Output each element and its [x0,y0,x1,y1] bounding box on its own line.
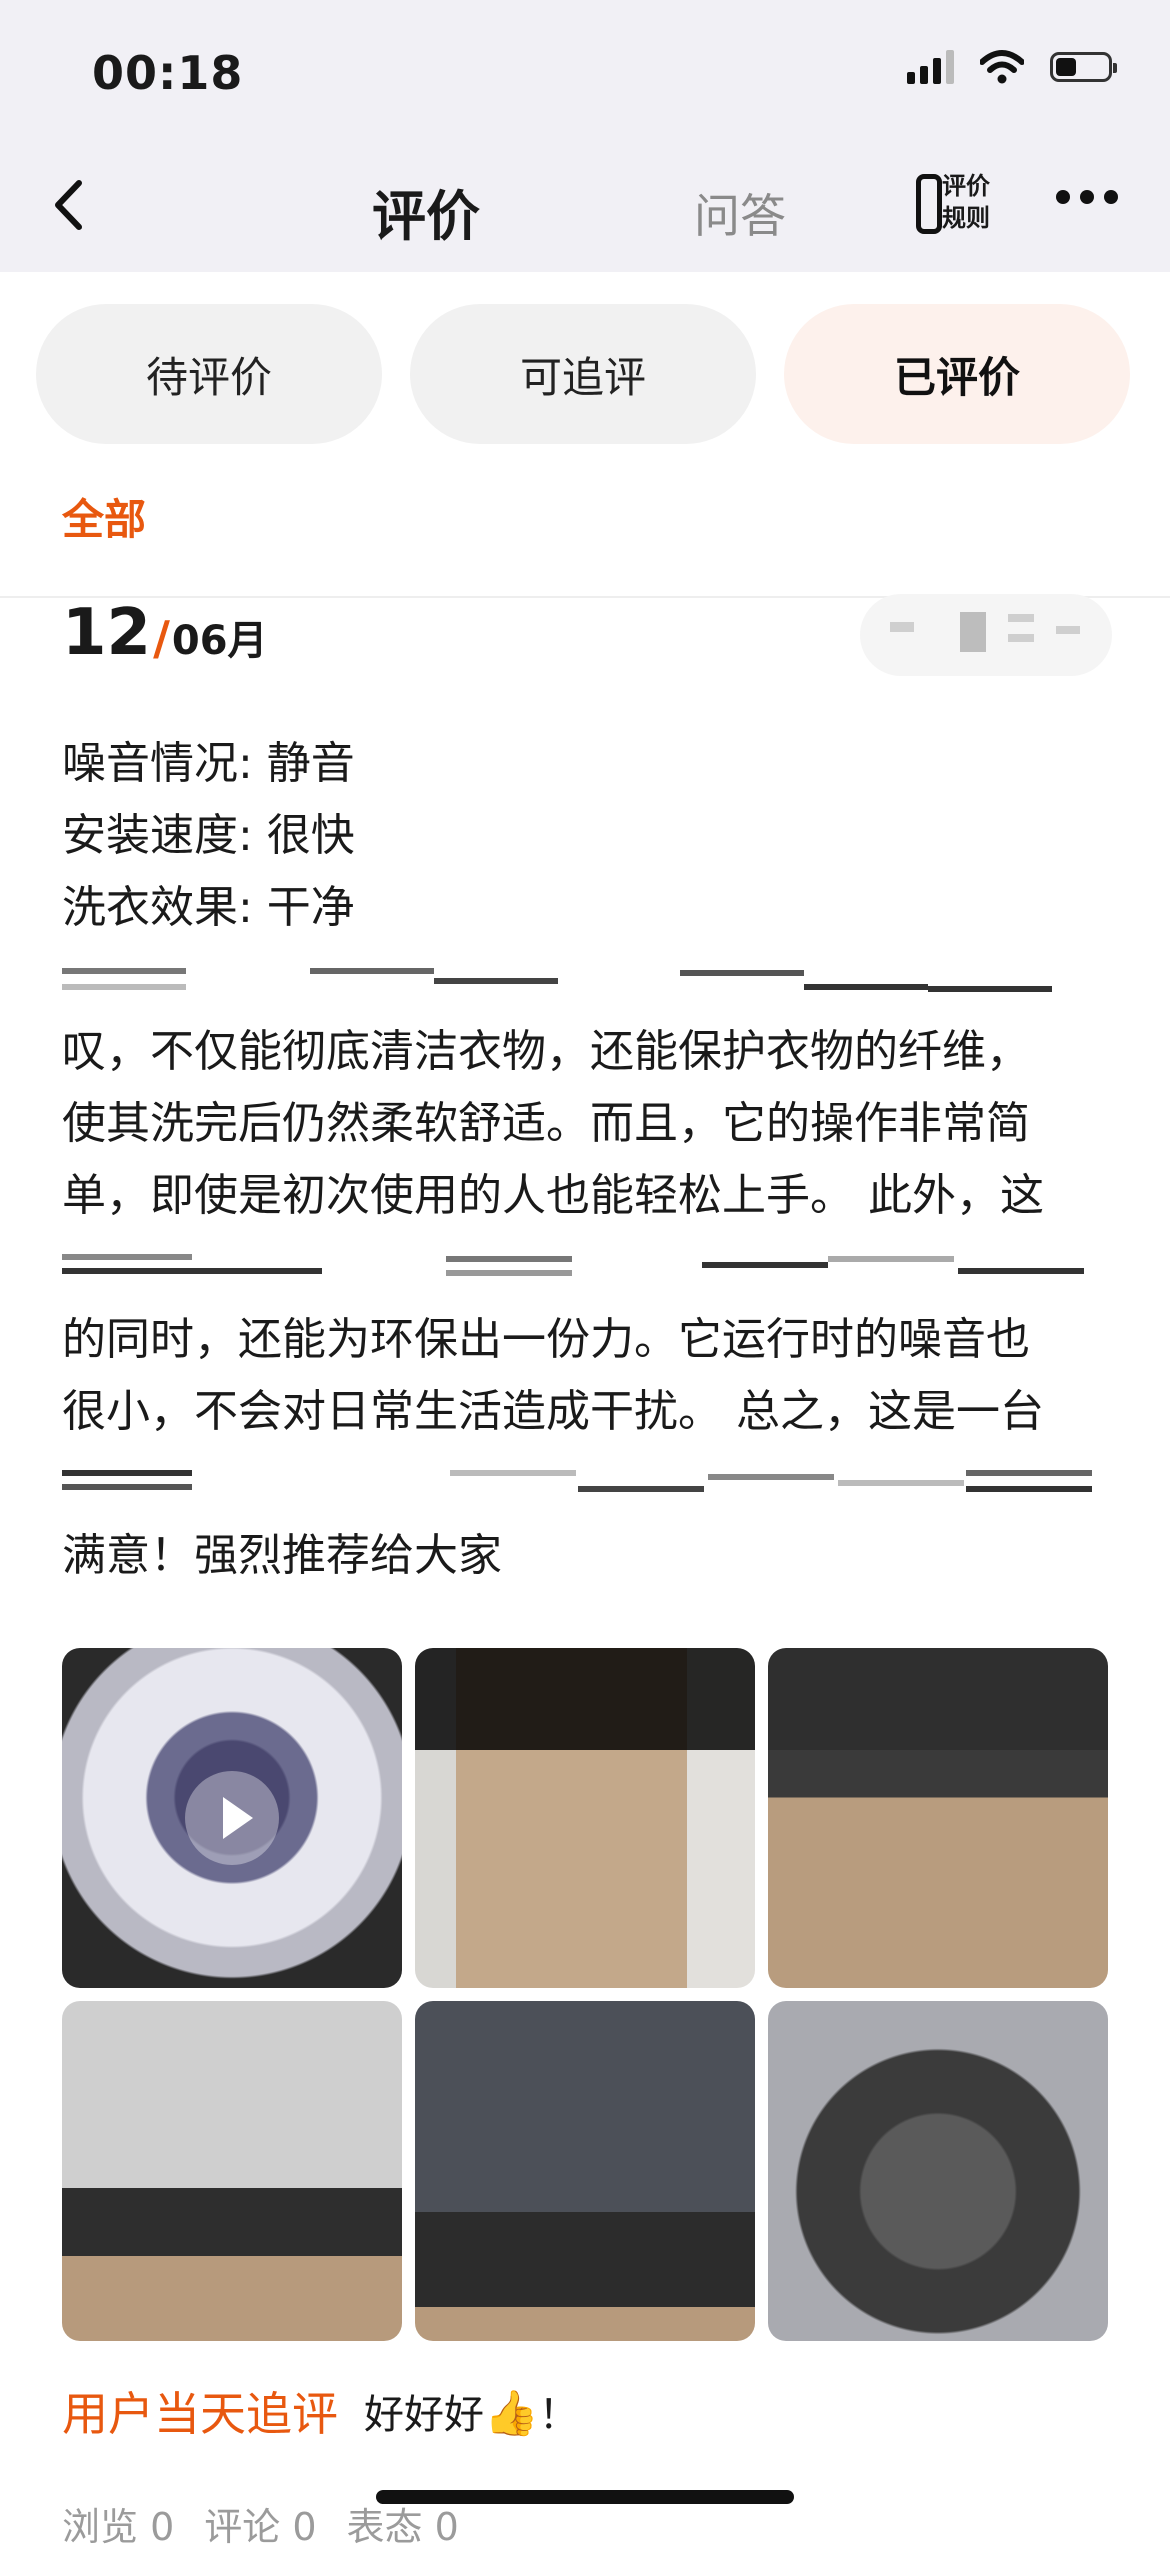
review-photo[interactable] [415,1648,755,1988]
review-rules-button[interactable]: 评价 规则 [916,170,996,242]
cellular-signal-icon [907,50,954,84]
review-line: 洗衣效果: 干净 [62,882,355,933]
review-photo[interactable] [415,2001,755,2341]
filter-all[interactable]: 全部 [62,486,146,547]
review-line: 满意！强烈推荐给大家 [62,1530,502,1581]
more-dot-icon [1056,190,1070,204]
blurred-product-pill[interactable] [860,594,1112,676]
views-count: 浏览 0 [62,2505,175,2549]
review-date: 12 / 06月 [62,596,268,676]
rules-icon [916,174,942,234]
wifi-icon [980,50,1024,84]
status-icons [907,50,1117,84]
followup-label: 用户当天追评 [62,2387,338,2441]
review-date-day: 12 [62,596,152,670]
review-status-tabs: 待评价 可追评 已评价 [36,304,1130,444]
top-bar: 00:18 评价 问答 评价 规则 [0,0,1170,272]
review-photo[interactable] [768,1648,1108,1988]
review-photo-gallery [62,1648,1108,2341]
review-line: 使其洗完后仍然柔软舒适。而且，它的操作非常简 [62,1098,1030,1149]
review-date-slash: / [153,611,170,665]
review-stats: 浏览 0 评论 0 表态 0 [62,2496,459,2551]
reactions-count[interactable]: 表态 0 [347,2496,459,2551]
followup-text: 好好好 [364,2392,484,2438]
review-line: 的同时，还能为环保出一份力。它运行时的噪音也 [62,1314,1030,1365]
followup-review: 用户当天追评 好好好👍！ [62,2378,579,2444]
home-indicator[interactable] [376,2490,794,2504]
tab-qa[interactable]: 问答 [694,180,786,246]
censored-text-line [62,1232,1114,1304]
more-dot-icon [1104,190,1118,204]
review-photo[interactable] [768,2001,1108,2341]
review-line: 单，即使是初次使用的人也能轻松上手。 此外，这 [62,1170,1044,1221]
status-time: 00:18 [92,46,244,100]
play-icon [185,1771,279,1865]
review-line: 很小，不会对日常生活造成干扰。 总之，这是一台 [62,1386,1044,1437]
review-line: 叹，不仅能彻底清洁衣物，还能保护衣物的纤维， [62,1026,1030,1077]
censored-text-line [62,944,1114,1016]
chevron-left-icon [55,180,82,230]
thumbs-up-icon: 👍 [484,2388,539,2439]
back-button[interactable] [44,172,92,238]
review-video-thumbnail[interactable] [62,1648,402,1988]
tab-reviewed[interactable]: 已评价 [784,304,1130,444]
rules-label-line2: 规则 [942,204,990,232]
rules-label-line1: 评价 [942,172,990,200]
battery-icon [1050,52,1117,82]
more-dot-icon [1080,190,1094,204]
comments-count[interactable]: 评论 0 [204,2496,316,2551]
review-line: 安装速度: 很快 [62,810,355,861]
review-photo[interactable] [62,2001,402,2341]
page-title[interactable]: 评价 [372,172,480,251]
tab-followup[interactable]: 可追评 [410,304,756,444]
censored-text-line [62,1448,1114,1520]
more-options-button[interactable] [1056,190,1118,204]
review-date-month: 06月 [171,618,268,664]
review-line: 噪音情况: 静音 [62,738,355,789]
followup-suffix: ！ [538,2392,579,2438]
review-content: 噪音情况: 静音 安装速度: 很快 洗衣效果: 干净 叹，不仅能彻底清洁衣物，还… [62,728,1114,1592]
tab-pending[interactable]: 待评价 [36,304,382,444]
